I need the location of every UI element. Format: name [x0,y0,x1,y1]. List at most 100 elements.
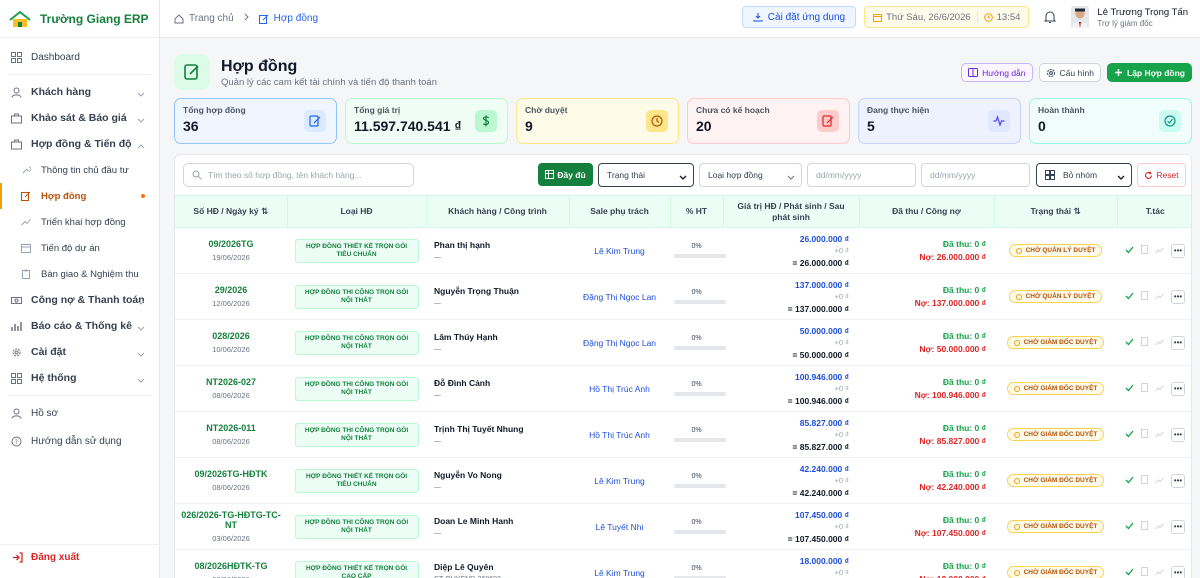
trend-icon[interactable] [1155,292,1164,302]
sidebar-item-profile[interactable]: Hồ sơ [0,400,159,426]
sale-person-link[interactable]: Lê Kim Trung [594,568,645,578]
sidebar-group-debt-payment[interactable]: Công nợ & Thanh toán [0,287,159,313]
stat-card-in-progress[interactable]: Đang thực hiện 5 [858,98,1021,144]
trend-icon[interactable] [1155,522,1164,532]
search-input[interactable] [208,170,398,180]
full-view-button[interactable]: Đầy đủ [538,163,593,186]
sidebar-item-dashboard[interactable]: Dashboard [0,44,159,70]
trend-icon[interactable] [1155,384,1164,394]
more-actions-button[interactable]: ••• [1171,243,1185,258]
document-icon[interactable] [1141,429,1148,440]
approve-icon[interactable] [1125,568,1134,578]
install-app-button[interactable]: Cài đặt ứng dụng [741,6,857,28]
document-icon[interactable] [1141,567,1148,578]
more-actions-button[interactable]: ••• [1171,565,1185,578]
trend-icon[interactable] [1155,476,1164,486]
approve-icon[interactable] [1125,246,1134,256]
trend-icon[interactable] [1155,246,1164,256]
brand[interactable]: Trường Giang ERP [0,0,159,38]
breadcrumb-home[interactable]: Trang chủ [189,13,234,24]
cell-paid: Đã thu: 0 ₫ Nợ: 137.000.000 ₫ [859,273,994,320]
document-icon[interactable] [1141,475,1148,486]
stat-card-no-plan[interactable]: Chưa có kế hoạch 20 [687,98,850,144]
more-actions-button[interactable]: ••• [1171,335,1185,350]
more-actions-button[interactable]: ••• [1171,473,1185,488]
table-row[interactable]: 08/2026HĐTK-TG02/06/2026 HỢP ĐỒNG THIẾT K… [175,549,1191,578]
sidebar-group-contracts[interactable]: Hợp đồng & Tiến độ [0,131,159,157]
sidebar-item-project-progress[interactable]: Tiến độ dự án [0,235,159,261]
approve-icon[interactable] [1125,476,1134,486]
create-contract-button[interactable]: Lập Hợp đồng [1107,63,1192,82]
user-menu[interactable]: Lê Trương Trọng Tấn Trợ lý giám đốc [1071,6,1188,28]
contract-code-link[interactable]: 09/2026TG-HĐTK [179,469,283,479]
search-box[interactable] [183,163,414,187]
trend-icon[interactable] [1155,338,1164,348]
approve-icon[interactable] [1125,384,1134,394]
table-row[interactable]: 09/2026TG 19/06/2026 HỢP ĐỒNG THIẾT KẾ TRỌ… [175,227,1191,274]
approve-icon[interactable] [1125,430,1134,440]
contract-code-link[interactable]: NT2026-027 [179,377,283,387]
table-row[interactable]: NT2026-027 08/06/2026 HỢP ĐỒNG THI CÔNG TR… [175,365,1191,412]
sidebar-group-system[interactable]: Hệ thống [0,365,159,391]
table-row[interactable]: 028/2026 10/06/2026 HỢP ĐỒNG THI CÔNG TRỌN… [175,319,1191,366]
sale-person-link[interactable]: Hồ Thị Trúc Anh [589,384,650,394]
sale-person-link[interactable]: Hồ Thị Trúc Anh [589,430,650,440]
sale-person-link[interactable]: Lê Kim Trung [594,246,645,256]
sidebar-item-help[interactable]: ? Hướng dẫn sử dụng [0,428,159,454]
contract-code-link[interactable]: 028/2026 [179,331,283,341]
config-button[interactable]: Cấu hình [1038,63,1102,82]
table-row[interactable]: 09/2026TG-HĐTK 08/06/2026 HỢP ĐỒNG THIẾT K… [175,457,1191,504]
reset-button[interactable]: Reset [1137,163,1186,187]
document-icon[interactable] [1141,383,1148,394]
table-row[interactable]: NT2026-011 08/06/2026 HỢP ĐỒNG THI CÔNG TR… [175,411,1191,458]
contract-code-link[interactable]: 026/2026-TG-HĐTG-TC-NT [179,510,283,530]
stat-card-total-value[interactable]: Tổng giá trị 11.597.740.541 ₫ [345,98,508,144]
document-icon[interactable] [1141,291,1148,302]
status-select[interactable]: Trạng thái [598,163,694,187]
trend-icon[interactable] [1155,568,1164,578]
sale-person-link[interactable]: Lê Tuyết Nhi [596,522,644,532]
sale-person-link[interactable]: Đặng Thị Ngọc Lan [583,292,656,302]
approve-icon[interactable] [1125,338,1134,348]
bell-icon[interactable] [1043,10,1057,24]
date-to-input[interactable]: dd/mm/yyyy [921,163,1030,187]
approve-icon[interactable] [1125,522,1134,532]
cell-paid: Đã thu: 0 ₫ Nợ: 42.240.000 ₫ [859,457,994,504]
sidebar-group-survey-quote[interactable]: Khảo sát & Báo giá [0,105,159,131]
sidebar-group-settings[interactable]: Cài đặt [0,339,159,365]
sale-person-link[interactable]: Đặng Thị Ngọc Lan [583,338,656,348]
trend-icon[interactable] [1155,430,1164,440]
col-header-code[interactable]: Số HĐ / Ngày ký ⇅ [175,195,288,228]
contract-code-link[interactable]: 08/2026HĐTK-TG [179,561,283,571]
stat-card-pending[interactable]: Chờ duyệt 9 [516,98,679,144]
col-header-status[interactable]: Trạng thái ⇅ [994,195,1118,228]
sidebar-group-customers[interactable]: Khách hàng [0,79,159,105]
more-actions-button[interactable]: ••• [1171,289,1185,304]
guide-button[interactable]: Hướng dẫn [961,63,1033,82]
table-row[interactable]: 29/2026 12/06/2026 HỢP ĐỒNG THI CÔNG TRỌN … [175,273,1191,320]
contract-code-link[interactable]: 09/2026TG [179,239,283,249]
table-row[interactable]: 026/2026-TG-HĐTG-TC-NT 03/06/2026 HỢP ĐỒNG… [175,503,1191,550]
contract-type-select[interactable]: Loại hợp đồng [699,163,802,187]
logout-button[interactable]: Đăng xuất [0,544,160,570]
document-icon[interactable] [1141,337,1148,348]
document-icon[interactable] [1141,521,1148,532]
contract-code-link[interactable]: NT2026-011 [179,423,283,433]
date-from-input[interactable]: dd/mm/yyyy [807,163,916,187]
sidebar-item-contracts[interactable]: Hợp đồng [0,183,159,209]
group-select[interactable]: Bỏ nhóm [1036,163,1132,187]
sale-person-link[interactable]: Lê Kim Trung [594,476,645,486]
sidebar-group-reports[interactable]: Báo cáo & Thống kê [0,313,159,339]
home-icon[interactable] [174,13,184,24]
more-actions-button[interactable]: ••• [1171,519,1185,534]
sidebar-item-investor-info[interactable]: Thông tin chủ đầu tư [0,157,159,183]
more-actions-button[interactable]: ••• [1171,381,1185,396]
approve-icon[interactable] [1125,292,1134,302]
stat-card-total-contracts[interactable]: Tổng hợp đồng 36 [174,98,337,144]
contract-code-link[interactable]: 29/2026 [179,285,283,295]
sidebar-item-handover[interactable]: Bàn giao & Nghiệm thu [0,261,159,287]
stat-card-completed[interactable]: Hoàn thành 0 [1029,98,1192,144]
document-icon[interactable] [1141,245,1148,256]
more-actions-button[interactable]: ••• [1171,427,1185,442]
sidebar-item-contract-deployment[interactable]: Triển khai hợp đồng [0,209,159,235]
